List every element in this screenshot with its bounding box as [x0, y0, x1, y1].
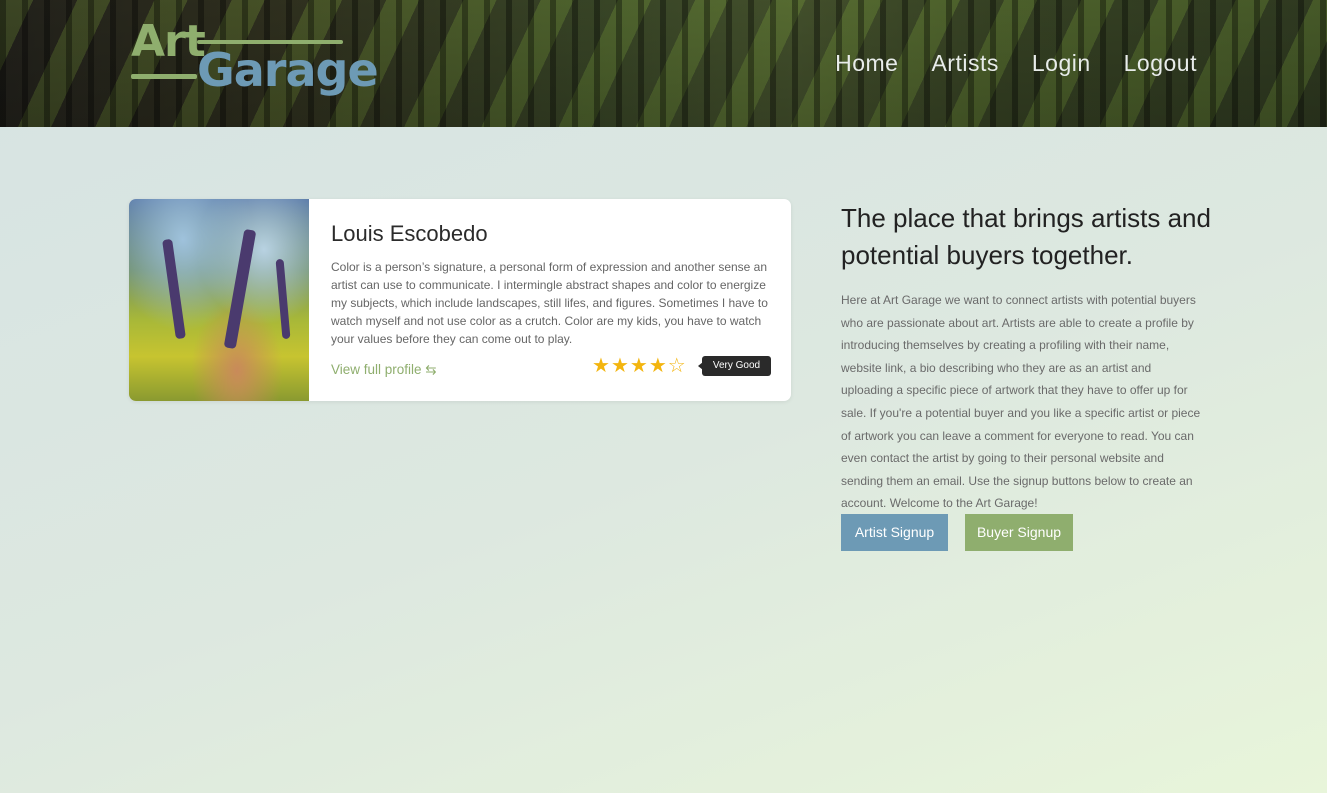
artwork-image[interactable] [129, 199, 309, 401]
view-full-profile-link[interactable]: View full profile ⇆ [331, 362, 437, 378]
logo-garage-text: Garage [197, 43, 379, 97]
rating-tooltip: Very Good [698, 356, 771, 376]
rating-stars[interactable]: ★ ★ ★ ★ ☆ [592, 355, 686, 377]
artist-bio: Color is a person’s signature, a persona… [331, 260, 768, 346]
logo-art-text: Art [131, 16, 206, 67]
tagline-heading: The place that brings artists and potent… [841, 203, 1211, 270]
main-nav: Home Artists Login Logout [835, 50, 1197, 77]
star-empty-icon[interactable]: ☆ [668, 355, 686, 377]
star-filled-icon[interactable]: ★ [611, 355, 629, 377]
artist-signup-button[interactable]: Artist Signup [841, 514, 948, 551]
intro-text: Here at Art Garage we want to connect ar… [841, 293, 1201, 511]
artist-name: Louis Escobedo [331, 221, 488, 246]
star-filled-icon[interactable]: ★ [649, 355, 667, 377]
artist-card: Louis Escobedo Color is a person’s signa… [129, 199, 791, 401]
site-header: Art Garage Home Artists Login Logout [0, 0, 1327, 127]
nav-login[interactable]: Login [1032, 50, 1091, 77]
logo-bar-bottom [131, 74, 197, 79]
star-filled-icon[interactable]: ★ [592, 355, 610, 377]
nav-artists[interactable]: Artists [931, 50, 998, 77]
nav-logout[interactable]: Logout [1124, 50, 1197, 77]
art-garage-logo[interactable]: Art Garage [131, 16, 379, 104]
star-filled-icon[interactable]: ★ [630, 355, 648, 377]
nav-home[interactable]: Home [835, 50, 898, 77]
buyer-signup-button[interactable]: Buyer Signup [965, 514, 1073, 551]
